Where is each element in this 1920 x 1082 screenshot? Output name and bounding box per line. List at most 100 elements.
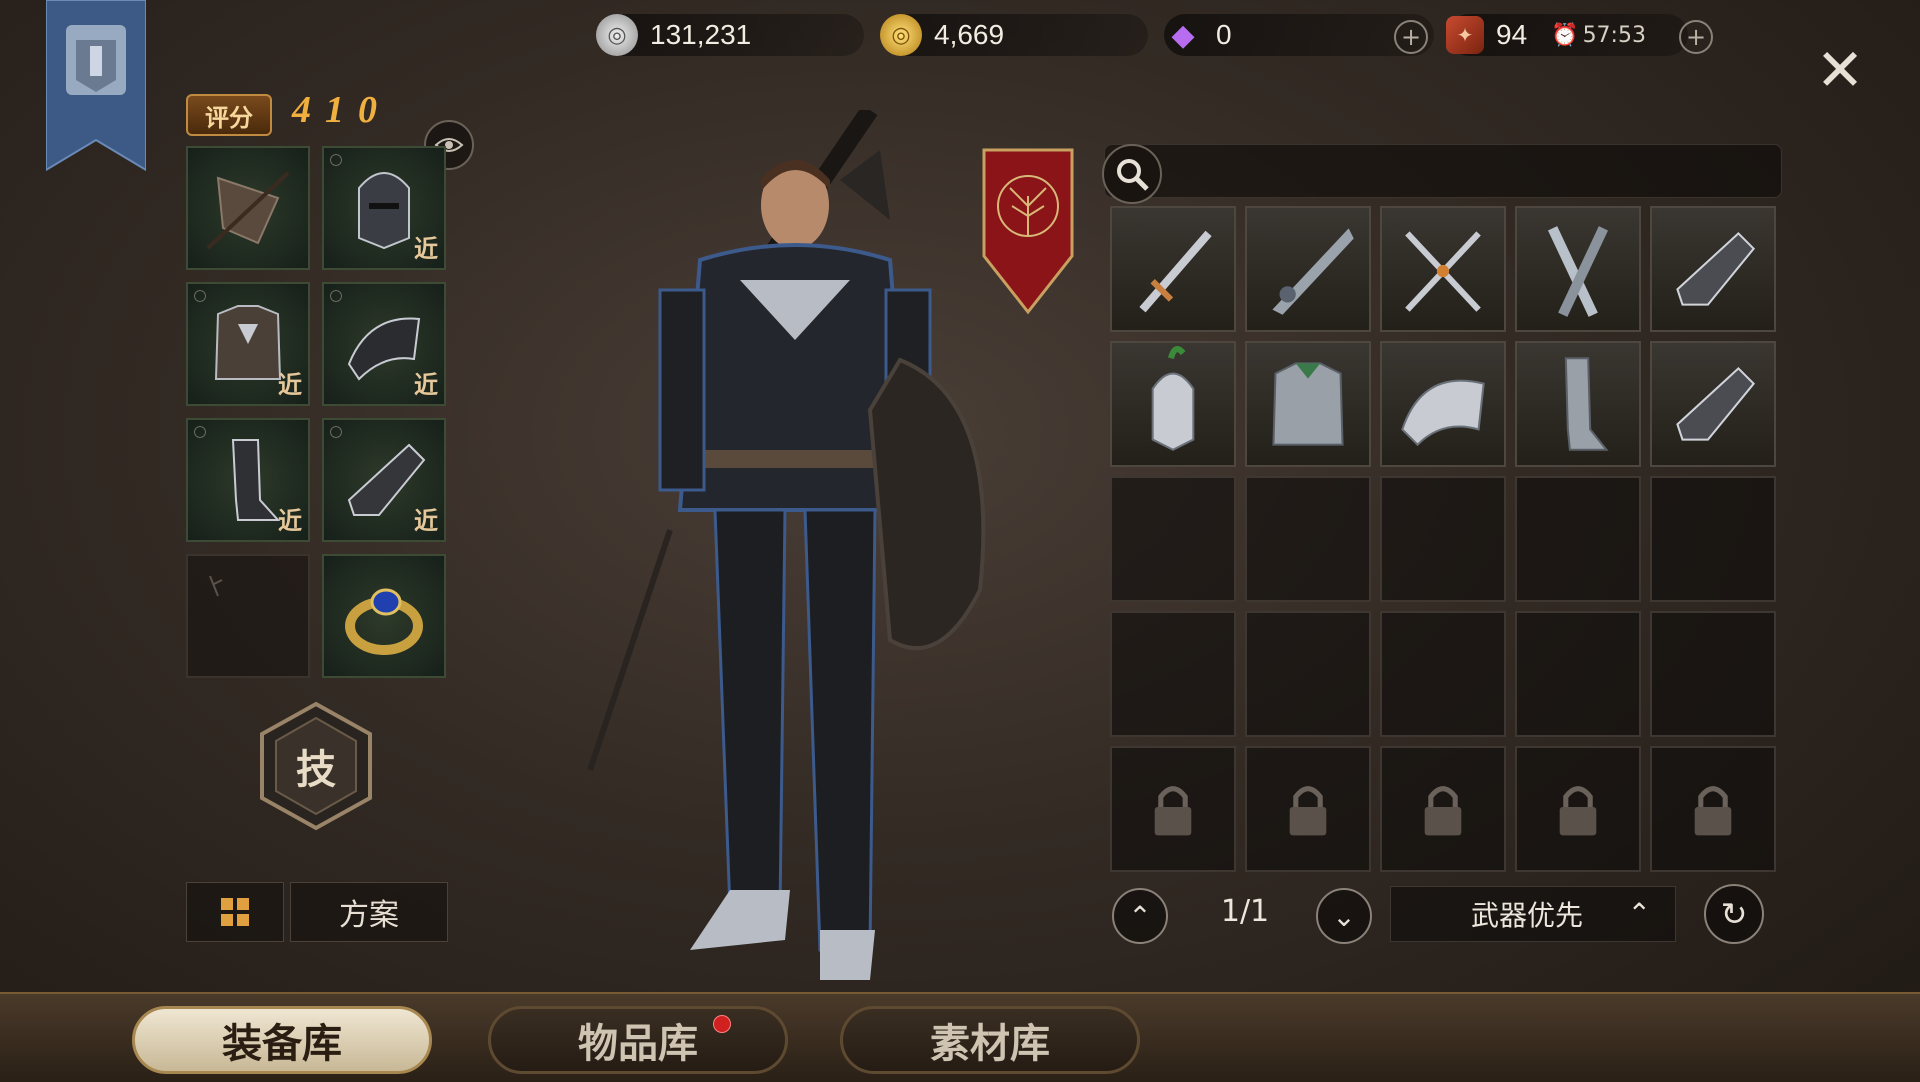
equip-slot-pauldron[interactable]: 近 (322, 282, 446, 406)
plan-button[interactable]: 方案 (290, 882, 448, 942)
slot-tag: 近 (414, 235, 438, 263)
search-input[interactable] (1104, 144, 1782, 198)
chevron-down-icon: ⌄ (1332, 899, 1356, 933)
equip-slot-shoulder[interactable] (186, 146, 310, 270)
gem-icon: ◆ (1171, 17, 1195, 53)
layout-grid-button[interactable] (186, 882, 284, 942)
locked-slot[interactable] (1110, 746, 1236, 872)
inventory-slot[interactable] (1515, 611, 1641, 737)
equip-slot-accessory[interactable] (186, 554, 310, 678)
equip-slot-gauntlet[interactable]: 近 (322, 418, 446, 542)
crossed-swords-icon (1405, 231, 1481, 312)
locked-slot[interactable] (1380, 746, 1506, 872)
score-value: 410 (292, 89, 391, 131)
tab-materials[interactable]: 素材库 (840, 1006, 1140, 1074)
inventory-slot[interactable] (1110, 611, 1236, 737)
inventory-slot[interactable] (1650, 341, 1776, 467)
search-icon[interactable] (1102, 144, 1162, 204)
inventory-slot[interactable] (1110, 341, 1236, 467)
score-label: 评分 (186, 94, 272, 136)
helmet-icon (1151, 346, 1195, 451)
alarm-clock-icon: ⏰ (1551, 22, 1579, 48)
tab-label: 物品库 (578, 1021, 698, 1067)
inventory-slot[interactable] (1245, 206, 1371, 332)
inventory-slot[interactable] (1380, 476, 1506, 602)
inventory-slot[interactable] (1650, 206, 1776, 332)
inventory-slot[interactable] (1110, 206, 1236, 332)
lock-icon (1289, 786, 1327, 836)
silver-currency: ◎ 131,231 (596, 14, 864, 56)
chevron-up-icon: ⌃ (1627, 897, 1651, 930)
house-crest (980, 146, 1076, 316)
inventory-slot[interactable] (1380, 206, 1506, 332)
refresh-button[interactable]: ↻ (1704, 884, 1764, 944)
close-icon[interactable]: ✕ (1810, 36, 1870, 104)
equip-slot-helmet[interactable]: 近 (322, 146, 446, 270)
character-model[interactable] (540, 104, 1040, 980)
lock-icon (1424, 786, 1462, 836)
sort-dropdown[interactable]: 武器优先 ⌃ (1390, 886, 1676, 942)
greatsword-icon (1272, 228, 1354, 315)
inventory-slot[interactable] (1110, 476, 1236, 602)
gold-currency: ◎ 4,669 (880, 14, 1148, 56)
equip-slot-ring[interactable] (322, 554, 446, 678)
inventory-slot[interactable] (1380, 341, 1506, 467)
stamina-scroll-icon: ✦ (1446, 16, 1484, 54)
tab-label: 素材库 (930, 1021, 1050, 1067)
page-indicator: 1/1 (1220, 894, 1270, 929)
gauntlet-icon (1676, 367, 1756, 441)
inventory-slot[interactable] (1515, 476, 1641, 602)
sort-label: 武器优先 (1471, 899, 1584, 932)
locked-slot[interactable] (1650, 746, 1776, 872)
inventory-slot[interactable] (1380, 611, 1506, 737)
stamina-timer: 57:53 (1582, 22, 1646, 48)
add-gem-button[interactable]: + (1394, 20, 1428, 54)
locked-slot[interactable] (1515, 746, 1641, 872)
gem-amount: 0 (1216, 19, 1232, 50)
longsword-icon (1139, 230, 1212, 313)
gold-coin-icon: ◎ (880, 14, 922, 56)
refresh-icon: ↻ (1720, 895, 1748, 933)
slot-tag: 近 (414, 507, 438, 535)
gold-amount: 4,669 (934, 19, 1005, 50)
guild-banner[interactable] (45, 0, 147, 175)
pauldron-icon (1401, 379, 1485, 447)
lock-icon (1154, 786, 1192, 836)
stamina-currency: ✦ 94 ⏰ 57:53 (1446, 14, 1688, 56)
chevron-up-icon: ⌃ (1128, 899, 1152, 933)
slot-tag: 近 (278, 371, 302, 399)
grid-icon (221, 898, 249, 926)
locked-slot[interactable] (1245, 746, 1371, 872)
equip-slot-chest[interactable]: 近 (186, 282, 310, 406)
slot-tag: 近 (278, 507, 302, 535)
page-down-button[interactable]: ⌄ (1316, 888, 1372, 944)
page-up-button[interactable]: ⌃ (1112, 888, 1168, 944)
inventory-slot[interactable] (1515, 341, 1641, 467)
inventory-slot[interactable] (1650, 611, 1776, 737)
inventory-slot[interactable] (1245, 476, 1371, 602)
chest-armor-icon (1272, 362, 1344, 446)
silver-amount: 131,231 (650, 19, 752, 50)
silver-coin-icon: ◎ (596, 14, 638, 56)
inventory-slot[interactable] (1245, 341, 1371, 467)
twin-blades-icon (1547, 226, 1609, 317)
add-stamina-button[interactable]: + (1679, 20, 1713, 54)
slot-tag: 近 (414, 371, 438, 399)
inventory-slot[interactable] (1515, 206, 1641, 332)
inventory-slot[interactable] (1245, 611, 1371, 737)
tab-label: 装备库 (222, 1021, 342, 1067)
gauntlet-icon (1676, 232, 1756, 306)
inventory-slot[interactable] (1650, 476, 1776, 602)
lock-icon (1559, 786, 1597, 836)
ring-icon (345, 588, 423, 655)
skill-button[interactable]: 技 (258, 700, 374, 832)
tab-items[interactable]: 物品库 (488, 1006, 788, 1074)
lock-icon (1694, 786, 1732, 836)
greaves-icon (1564, 357, 1609, 451)
notification-badge (713, 1015, 731, 1033)
equip-slot-greaves[interactable]: 近 (186, 418, 310, 542)
skill-label: 技 (296, 747, 336, 793)
empty-slot-icon (209, 575, 223, 597)
tab-equipment[interactable]: 装备库 (132, 1006, 432, 1074)
shoulder-armor-icon (206, 171, 290, 250)
